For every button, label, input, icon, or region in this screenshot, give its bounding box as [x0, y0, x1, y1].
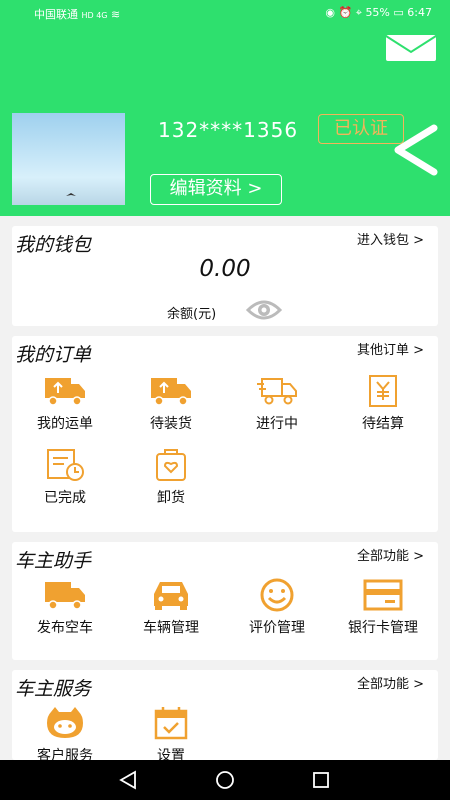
- location-icon: ⌖: [355, 6, 362, 19]
- order-item-label: 我的运单: [37, 416, 93, 432]
- order-item-label: 已完成: [44, 490, 86, 506]
- wallet-title: 我的钱包: [15, 234, 92, 256]
- smiley-icon: [260, 578, 294, 612]
- assistant-item-label: 评价管理: [249, 620, 305, 636]
- assistant-item-publish[interactable]: 发布空车: [12, 578, 118, 637]
- eye-toggle-icon[interactable]: [246, 296, 282, 324]
- assistant-item-label: 银行卡管理: [348, 620, 418, 636]
- alarm-icon: ⏰: [338, 6, 353, 19]
- truck-icon: [45, 582, 85, 610]
- truck-load-icon: [151, 378, 191, 406]
- order-item-label: 待装货: [150, 416, 192, 432]
- services-card: 车主服务 全部功能 > 客户服务 设置: [12, 670, 438, 764]
- customer-service-icon: [47, 707, 83, 738]
- avatar[interactable]: [12, 113, 125, 205]
- assistant-item-vehicles[interactable]: 车辆管理: [118, 578, 224, 637]
- order-item-in-progress[interactable]: 进行中: [224, 374, 330, 433]
- bank-card-icon: [363, 579, 403, 611]
- services-title: 车主服务: [15, 678, 92, 700]
- message-icon[interactable]: [385, 34, 437, 62]
- assistant-item-reviews[interactable]: 评价管理: [224, 578, 330, 637]
- edit-profile-button[interactable]: 编辑资料 >: [150, 174, 282, 205]
- network-type: HD 4G: [81, 11, 108, 20]
- battery-level: 55%: [365, 6, 390, 19]
- other-orders-link[interactable]: 其他订单 >: [357, 339, 424, 358]
- wallet-card: 我的钱包 进入钱包 > 0.00 余额(元): [12, 226, 438, 326]
- balance-label: 余额(元): [167, 307, 217, 322]
- assistant-card: 车主助手 全部功能 > 发布空车 车辆管理 评价管理 银行卡管理: [12, 542, 438, 660]
- order-item-completed[interactable]: 已完成: [12, 448, 118, 507]
- assistant-item-label: 发布空车: [37, 620, 93, 636]
- assistant-item-bank-card[interactable]: 银行卡管理: [330, 578, 436, 637]
- status-bar: 中国联通 HD 4G ≋ ◉ ⏰ ⌖ 55% ▭ 6:47: [0, 0, 450, 26]
- assistant-title: 车主助手: [15, 550, 92, 572]
- carrier-name: 中国联通: [34, 8, 78, 21]
- service-item-customer[interactable]: 客户服务: [12, 706, 118, 765]
- nav-home-icon[interactable]: [214, 769, 236, 791]
- nav-back-icon[interactable]: [117, 769, 139, 791]
- order-item-waybill[interactable]: 我的运单: [12, 374, 118, 433]
- wifi-icon: ≋: [111, 8, 121, 21]
- eye-status-icon: ◉: [325, 6, 336, 19]
- order-item-label: 进行中: [256, 416, 298, 432]
- clock: 6:47: [407, 6, 432, 19]
- enter-wallet-link[interactable]: 进入钱包 >: [357, 229, 424, 248]
- completed-clock-icon: [47, 449, 84, 481]
- service-item-settings[interactable]: 设置: [118, 706, 224, 765]
- phone-number: 132****1356: [158, 118, 299, 142]
- assistant-all-link[interactable]: 全部功能 >: [357, 545, 424, 564]
- battery-icon: ▭: [393, 6, 404, 19]
- orders-card: 我的订单 其他订单 > 我的运单 待装货 进行中 待结算 已完成 卸货: [12, 336, 438, 532]
- settings-calendar-icon: [154, 707, 188, 740]
- order-item-label: 待结算: [362, 416, 404, 432]
- system-nav-bar: [0, 760, 450, 800]
- nav-recents-icon[interactable]: [310, 769, 332, 791]
- order-item-to-load[interactable]: 待装货: [118, 374, 224, 433]
- order-item-to-settle[interactable]: 待结算: [330, 374, 436, 433]
- system-info: ◉ ⏰ ⌖ 55% ▭ 6:47: [325, 6, 432, 20]
- truck-moving-icon: [257, 378, 297, 405]
- unload-bag-icon: [156, 449, 186, 481]
- order-item-label: 卸货: [157, 490, 185, 506]
- order-item-unload[interactable]: 卸货: [118, 448, 224, 507]
- wallet-amount: 0.00: [199, 256, 251, 282]
- back-chevron-icon[interactable]: [390, 124, 440, 176]
- car-icon: [154, 582, 188, 610]
- truck-upload-icon: [45, 378, 85, 406]
- bill-icon: [369, 375, 397, 407]
- orders-title: 我的订单: [15, 344, 92, 366]
- carrier-info: 中国联通 HD 4G ≋: [34, 6, 120, 22]
- avatar-bird-figure: [66, 193, 76, 196]
- services-all-link[interactable]: 全部功能 >: [357, 673, 424, 692]
- assistant-item-label: 车辆管理: [143, 620, 199, 636]
